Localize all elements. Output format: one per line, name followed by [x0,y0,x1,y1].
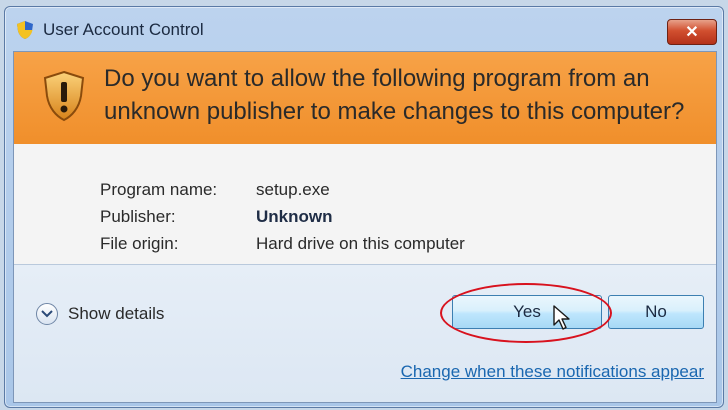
close-icon: ✕ [685,24,699,41]
publisher-value: Unknown [256,207,333,226]
dialog-footer: Show details Yes No Change when these no… [14,264,716,402]
no-button[interactable]: No [608,295,704,329]
publisher-row: Publisher: Unknown [100,207,333,231]
warning-banner: Do you want to allow the following progr… [14,52,716,145]
file-origin-row: File origin: Hard drive on this computer [100,234,465,258]
uac-shield-icon [17,21,33,39]
warning-shield-icon [43,70,85,122]
title-bar: User Account Control ✕ [11,13,717,47]
close-button[interactable]: ✕ [667,19,717,45]
uac-question: Do you want to allow the following progr… [104,65,685,125]
chevron-down-icon [36,303,58,325]
program-name-value: setup.exe [256,180,330,199]
program-name-row: Program name: setup.exe [100,180,330,204]
publisher-label: Publisher: [100,207,176,226]
file-origin-value: Hard drive on this computer [256,234,465,253]
show-details-toggle[interactable]: Show details [36,303,164,325]
yes-button[interactable]: Yes [452,295,602,329]
uac-dialog: User Account Control ✕ Do you want to al… [4,6,724,408]
file-origin-label: File origin: [100,234,179,253]
show-details-label: Show details [68,304,165,323]
dialog-content: Do you want to allow the following progr… [13,51,717,403]
change-notifications-link[interactable]: Change when these notifications appear [401,362,704,382]
window-title: User Account Control [43,20,204,39]
program-name-label: Program name: [100,180,218,199]
program-info: Program name: setup.exe Publisher: Unkno… [14,144,716,264]
